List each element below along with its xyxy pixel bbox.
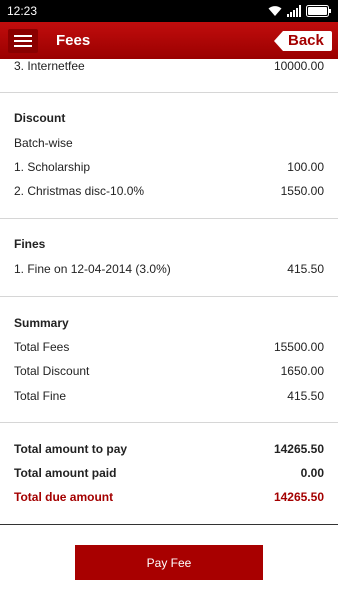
discount-item: 2. Christmas disc-10.0% 1550.00 xyxy=(14,184,324,198)
total-amount-paid: Total amount paid 0.00 xyxy=(14,466,324,480)
discount-item: 1. Scholarship 100.00 xyxy=(14,160,324,174)
discount-item-amount: 1550.00 xyxy=(280,184,324,198)
fee-item-label: 3. Internetfee xyxy=(14,59,85,73)
fine-item: 1. Fine on 12-04-2014 (3.0%) 415.50 xyxy=(14,262,324,276)
summary-heading: Summary xyxy=(14,316,69,330)
discount-item-label: 2. Christmas disc-10.0% xyxy=(14,184,145,198)
back-button[interactable]: Back xyxy=(274,30,332,52)
discount-item-label: 1. Scholarship xyxy=(14,160,91,174)
fee-item-partial: 3. Internetfee 10000.00 xyxy=(14,59,324,73)
discount-heading: Discount xyxy=(14,111,66,125)
status-bar: 12:23 xyxy=(0,0,338,22)
status-icons xyxy=(268,4,332,18)
total-amount-to-pay: Total amount to pay 14265.50 xyxy=(14,442,324,456)
back-button-label: Back xyxy=(288,32,324,49)
divider xyxy=(0,422,338,423)
page-title: Fees xyxy=(56,32,91,49)
fines-heading: Fines xyxy=(14,237,46,251)
divider xyxy=(0,92,338,93)
app-bar: Fees Back xyxy=(0,22,338,59)
discount-subheading: Batch-wise xyxy=(14,136,73,150)
divider xyxy=(0,296,338,297)
fine-item-label: 1. Fine on 12-04-2014 (3.0%) xyxy=(14,262,171,276)
divider xyxy=(0,218,338,219)
pay-fee-button[interactable]: Pay Fee xyxy=(75,545,263,580)
footer-divider xyxy=(0,524,338,525)
discount-item-amount: 100.00 xyxy=(287,160,324,174)
total-due-amount: Total due amount 14265.50 xyxy=(14,490,324,504)
status-time: 12:23 xyxy=(7,4,38,18)
signal-icon xyxy=(287,5,301,17)
fine-item-amount: 415.50 xyxy=(287,262,324,276)
summary-total-fees: Total Fees 15500.00 xyxy=(14,340,324,354)
wifi-icon xyxy=(268,6,282,16)
hamburger-icon xyxy=(14,35,32,37)
battery-icon xyxy=(306,5,331,17)
fee-item-amount: 10000.00 xyxy=(273,59,324,73)
menu-button[interactable] xyxy=(8,29,38,53)
summary-total-fine: Total Fine 415.50 xyxy=(14,389,324,403)
summary-total-discount: Total Discount 1650.00 xyxy=(14,364,324,378)
